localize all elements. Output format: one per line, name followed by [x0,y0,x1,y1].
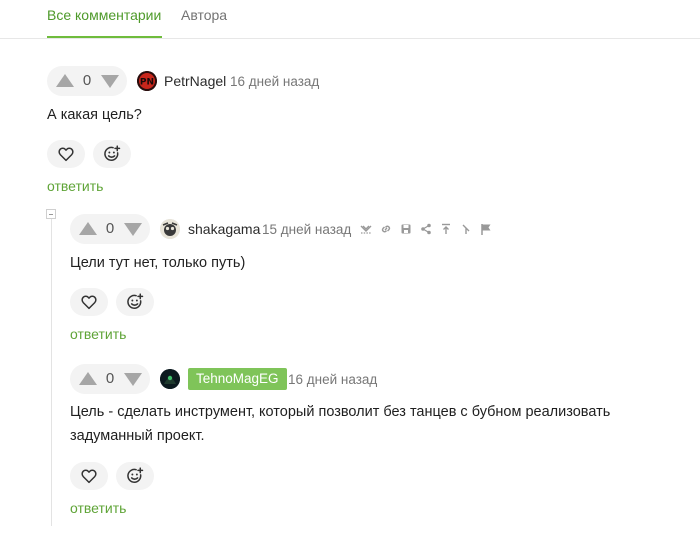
reaction-button[interactable] [116,462,154,490]
emoji-add-icon [127,293,144,309]
comment: 0 shakagama 15 дней назад Цели тут нет, … [70,214,690,344]
comment-time[interactable]: 16 дней назад [230,74,319,89]
svg-text:PN: PN [140,78,154,88]
comment-text: Цель - сделать инструмент, который позво… [70,400,690,448]
vote-score: 0 [82,72,92,89]
downvote-icon[interactable] [101,75,119,88]
comments-page: Все комментарии Автора 0 PN PetrNagel 16… [0,0,700,541]
reply-link[interactable]: ответить [47,178,103,194]
reaction-button[interactable] [116,288,154,316]
author-name[interactable]: PetrNagel [164,73,226,89]
heart-icon [81,295,97,310]
like-button[interactable] [70,288,108,316]
comment-time[interactable]: 15 дней назад [262,222,351,237]
comment-text: Цели тут нет, только путь) [70,255,246,271]
flag-icon[interactable] [479,222,493,236]
comment-meta: 0 shakagama 15 дней назад [70,214,690,244]
comment-text: А какая цель? [47,107,142,123]
avatar[interactable] [160,219,180,239]
like-button[interactable] [70,462,108,490]
comment-meta: 0 TehnoMagEG 16 дней назад [70,364,690,394]
branch-icon[interactable] [459,222,473,236]
comment-actions [70,462,690,490]
author-name[interactable]: TehnoMagEG [188,368,287,390]
comment-text-line: Цель - сделать инструмент, который позво… [70,404,611,420]
reaction-button[interactable] [93,140,131,168]
link-icon[interactable] [379,222,393,236]
emoji-add-icon [127,467,144,483]
tab-authors[interactable]: Автора [181,7,227,38]
comment-time[interactable]: 16 дней назад [288,372,377,387]
save-icon[interactable] [399,222,413,236]
downvote-icon[interactable] [124,373,142,386]
reply-link[interactable]: ответить [70,500,126,516]
thread-line [51,214,52,526]
heart-icon [81,469,97,484]
comment-tabs: Все комментарии Автора [0,0,700,39]
comment-text-line: задуманный проект. [70,428,205,444]
hide-icon[interactable] [359,222,373,236]
share-icon[interactable] [419,222,433,236]
collapse-thread-button[interactable] [46,209,56,219]
vote-widget: 0 [70,364,150,394]
comment: 0 PN PetrNagel 16 дней назад А какая цел… [47,66,687,196]
emoji-add-icon [104,145,121,161]
vote-widget: 0 [47,66,127,96]
heart-icon [58,147,74,162]
vote-score: 0 [105,220,115,237]
avatar[interactable] [160,369,180,389]
upvote-icon[interactable] [56,74,74,87]
comment: 0 TehnoMagEG 16 дней назад Цель - сделат… [70,364,690,518]
tab-all-comments[interactable]: Все комментарии [47,7,162,38]
comment-actions [47,140,687,168]
upvote-icon[interactable] [79,222,97,235]
upvote-icon[interactable] [79,372,97,385]
author-name[interactable]: shakagama [188,221,260,237]
comment-meta: 0 PN PetrNagel 16 дней назад [47,66,687,96]
parent-icon[interactable] [439,222,453,236]
reply-link[interactable]: ответить [70,326,126,342]
avatar[interactable]: PN [137,71,157,91]
like-button[interactable] [47,140,85,168]
vote-widget: 0 [70,214,150,244]
vote-score: 0 [105,370,115,387]
comment-actions [70,288,690,316]
downvote-icon[interactable] [124,223,142,236]
